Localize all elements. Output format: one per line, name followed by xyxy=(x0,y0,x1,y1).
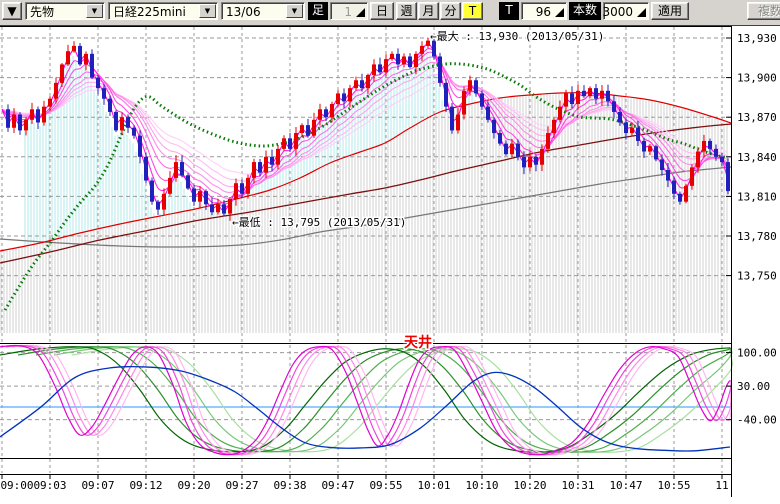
oscillator-axis-label: -40.00 xyxy=(737,414,777,427)
price-axis-label: 13,900 xyxy=(737,72,777,85)
toolbar-collapse-button[interactable]: ▼ xyxy=(2,2,22,20)
period-month-button[interactable]: 月 xyxy=(418,2,439,20)
price-axis-label: 13,780 xyxy=(737,230,777,243)
time-axis-label: 10:20 xyxy=(513,479,546,492)
symbol-combobox[interactable]: 日経225mini ▼ xyxy=(108,2,218,20)
oscillator-axis-label: 100.00 xyxy=(737,347,777,360)
chevron-down-icon[interactable]: ▼ xyxy=(86,4,103,18)
chart-area[interactable]: 13,930 13,900 13,870 13,840 13,810 13,780 13,7… xyxy=(0,25,780,500)
ashi-label: 足 xyxy=(308,2,328,20)
time-axis-label: 10:31 xyxy=(561,479,594,492)
price-axis-label: 13,930 xyxy=(737,32,777,45)
time-axis-label: 09:07 xyxy=(81,479,114,492)
bars-count-spinner[interactable]: 3000 xyxy=(603,2,649,20)
apply-button[interactable]: 適用 xyxy=(651,2,689,20)
instrument-type-value: 先物 xyxy=(30,4,54,20)
time-axis-label: 09:27 xyxy=(225,479,258,492)
multi-symbol-button[interactable]: 複数銘柄 xyxy=(747,2,780,20)
contract-month-value: 13/06 xyxy=(226,4,261,20)
price-axis-label: 13,870 xyxy=(737,111,777,124)
interval-spinner[interactable]: 1 xyxy=(330,2,368,20)
time-axis-label: 11 xyxy=(715,479,728,492)
time-axis-label: 09:47 xyxy=(321,479,354,492)
spinner-triangle-icon[interactable] xyxy=(356,8,365,17)
min-annotation: ←最低 : 13,795 (2013/05/31) xyxy=(232,216,406,229)
interval-value: 1 xyxy=(344,4,352,20)
time-axis-label: 09:03 xyxy=(33,479,66,492)
bars-label: 本数 xyxy=(569,2,601,20)
time-axis-label: 09:00 xyxy=(0,479,33,492)
contract-month-combobox[interactable]: 13/06 ▼ xyxy=(221,2,305,20)
symbol-value: 日経225mini xyxy=(113,4,186,20)
spinner-triangle-icon[interactable] xyxy=(555,8,564,17)
oscillator-axis-label: 30.00 xyxy=(737,380,770,393)
chart-container: 13,930 13,900 13,870 13,840 13,810 13,780 13,7… xyxy=(0,25,780,504)
time-axis-label: 09:12 xyxy=(129,479,162,492)
time-axis-label: 10:47 xyxy=(609,479,642,492)
tick-count-value: 96 xyxy=(536,4,551,20)
time-axis-label: 09:38 xyxy=(273,479,306,492)
oscillator-layer xyxy=(0,345,732,454)
instrument-type-combobox[interactable]: 先物 ▼ xyxy=(25,2,105,20)
ceiling-annotation: 天井 xyxy=(404,334,432,351)
chevron-down-icon[interactable]: ▼ xyxy=(199,4,216,18)
tick-label: T xyxy=(499,2,519,20)
toolbar: ▼ 先物 ▼ 日経225mini ▼ 13/06 ▼ 足 1 日 週 月 分 T… xyxy=(0,0,780,26)
time-axis-label: 10:01 xyxy=(417,479,450,492)
period-tick-button[interactable]: T xyxy=(462,2,483,20)
spinner-triangle-icon[interactable] xyxy=(637,8,646,17)
chevron-down-icon[interactable]: ▼ xyxy=(286,4,303,18)
price-axis-label: 13,810 xyxy=(737,190,777,203)
time-axis-label: 09:55 xyxy=(369,479,402,492)
price-axis-label: 13,750 xyxy=(737,270,777,283)
tick-count-spinner[interactable]: 96 xyxy=(521,2,567,20)
time-axis-label: 10:10 xyxy=(465,479,498,492)
bars-count-value: 3000 xyxy=(602,4,633,20)
period-week-button[interactable]: 週 xyxy=(396,2,417,20)
time-axis-label: 09:20 xyxy=(177,479,210,492)
price-axis-label: 13,840 xyxy=(737,151,777,164)
time-axis-label: 10:55 xyxy=(657,479,690,492)
period-day-button[interactable]: 日 xyxy=(370,2,394,20)
period-minute-button[interactable]: 分 xyxy=(440,2,461,20)
max-annotation: ←最大 : 13,930 (2013/05/31) xyxy=(430,29,604,43)
